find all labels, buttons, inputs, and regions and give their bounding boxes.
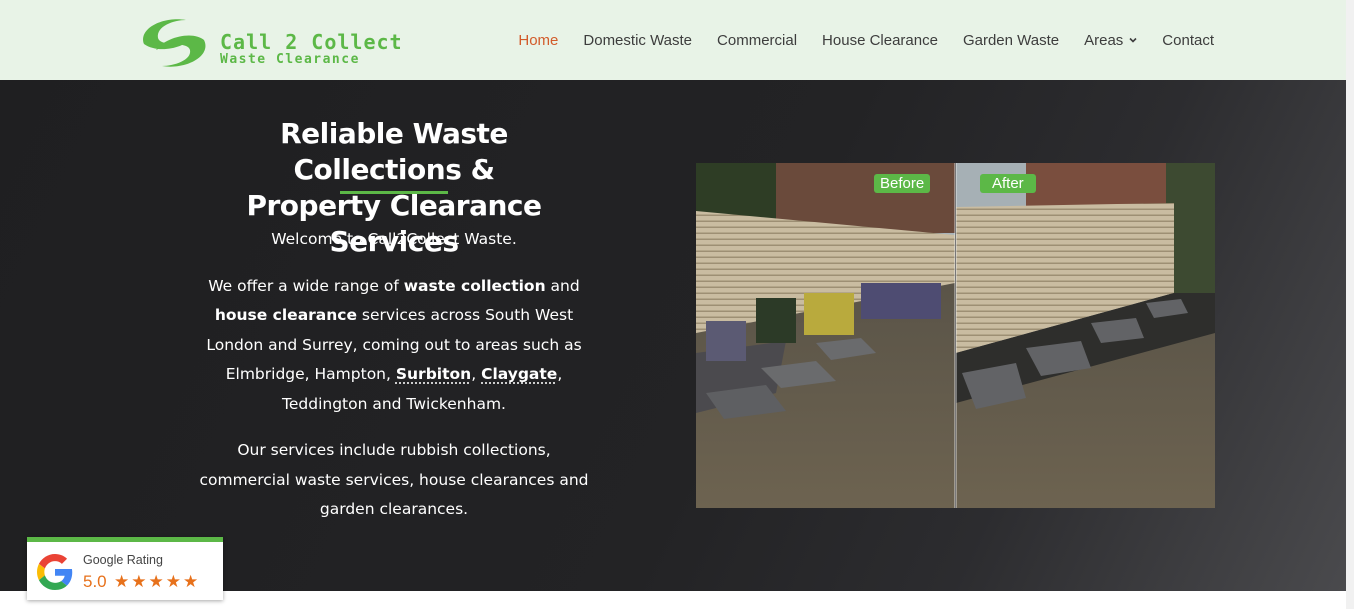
- nav-item-label: Contact: [1162, 31, 1214, 49]
- before-after-image: [696, 163, 1215, 508]
- title-underline: [340, 191, 448, 194]
- before-after-photo: Before After: [696, 163, 1215, 508]
- nav-item-label: Garden Waste: [962, 31, 1060, 49]
- hero-title-line1: Reliable Waste Collections &: [280, 117, 508, 186]
- after-label: After: [980, 174, 1036, 193]
- nav-item-garden-waste[interactable]: Garden Waste: [963, 32, 1059, 49]
- claygate-link[interactable]: Claygate: [481, 365, 557, 383]
- services-summary: Our services include rubbish collections…: [199, 441, 589, 518]
- nav-item-label: House Clearance: [822, 31, 938, 49]
- text-fragment: ,: [471, 365, 482, 383]
- chevron-down-icon: [1129, 37, 1137, 43]
- services-paragraph: We offer a wide range of waste collectio…: [194, 272, 594, 420]
- text-fragment: We offer a wide range of: [208, 276, 404, 295]
- nav-item-house-clearance[interactable]: House Clearance: [822, 32, 938, 49]
- site-logo[interactable]: Call 2 Collect Waste Clearance: [134, 14, 402, 72]
- google-g-icon: [37, 554, 73, 590]
- surbiton-link[interactable]: Surbiton: [396, 365, 471, 383]
- nav-item-label: Areas: [1084, 31, 1124, 49]
- logo-title: Call 2 Collect: [220, 30, 403, 54]
- logo-swirl-icon: [143, 19, 206, 67]
- nav-item-label: Domestic Waste: [583, 31, 693, 49]
- bold-waste-collection: waste collection: [403, 276, 546, 295]
- rating-label: Google Rating: [83, 553, 163, 567]
- scrollbar[interactable]: [1346, 0, 1354, 609]
- nav-item-label: Home: [518, 31, 559, 49]
- nav-item-domestic-waste[interactable]: Domestic Waste: [583, 32, 692, 49]
- hero-description: Welcome to Call2Collect Waste. We offer …: [194, 225, 594, 542]
- site-header: Call 2 Collect Waste Clearance Home Dome…: [0, 0, 1346, 80]
- nav-item-home[interactable]: Home: [518, 32, 558, 49]
- bold-house-clearance: house clearance: [214, 306, 357, 324]
- google-rating-badge[interactable]: Google Rating 5.0 ★★★★★: [27, 537, 223, 600]
- before-label: Before: [874, 174, 931, 193]
- nav-item-commercial[interactable]: Commercial: [717, 32, 797, 49]
- rating-stars-icon: ★★★★★: [114, 572, 201, 591]
- nav-item-label: Commercial: [717, 31, 798, 49]
- main-nav: Home Domestic Waste Commercial House Cle…: [493, 0, 1214, 80]
- logo-subtitle: Waste Clearance: [220, 52, 360, 67]
- rating-score: 5.0: [83, 572, 107, 591]
- hero-section: Reliable Waste Collections & Property Cl…: [0, 80, 1346, 591]
- welcome-text: Welcome to Call2Collect Waste.: [271, 230, 517, 248]
- nav-item-areas[interactable]: Areas: [1084, 32, 1137, 49]
- text-fragment: and: [545, 276, 580, 295]
- nav-item-contact[interactable]: Contact: [1162, 32, 1214, 49]
